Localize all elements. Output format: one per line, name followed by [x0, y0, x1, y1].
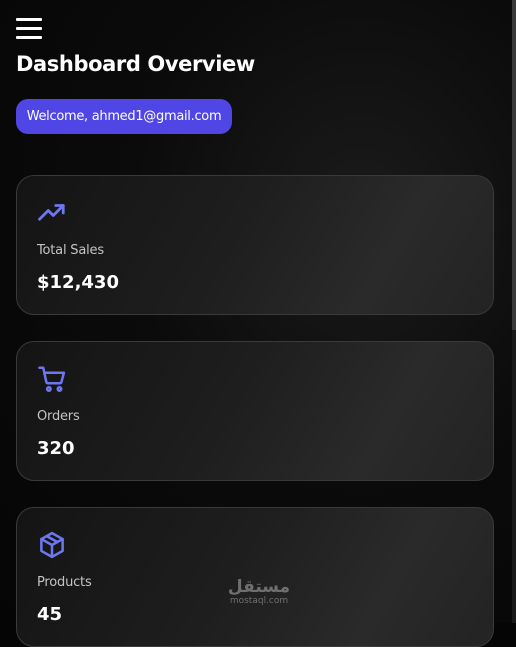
scrollbar[interactable]: [512, 0, 516, 623]
menu-bar: [16, 36, 42, 39]
orders-card[interactable]: Orders 320: [16, 341, 494, 481]
trending-up-icon: [38, 204, 65, 221]
menu-bar: [16, 18, 42, 21]
dashboard-page: Dashboard Overview Welcome, ahmed1@gmail…: [0, 0, 516, 647]
watermark-arabic: مستقل: [227, 577, 291, 597]
scrollbar-thumb[interactable]: [512, 0, 516, 330]
shopping-cart-icon: [38, 366, 66, 393]
hamburger-menu-icon[interactable]: [16, 18, 42, 40]
card-value: $12,430: [37, 272, 119, 293]
card-label: Products: [37, 575, 92, 590]
card-label: Orders: [37, 409, 80, 424]
page-title: Dashboard Overview: [16, 52, 255, 76]
welcome-badge[interactable]: Welcome, ahmed1@gmail.com: [16, 99, 232, 134]
menu-bar: [16, 27, 42, 30]
watermark-logo: مستقل mostaql.com: [224, 578, 294, 607]
card-label: Total Sales: [37, 243, 104, 258]
total-sales-card[interactable]: Total Sales $12,430: [16, 175, 494, 315]
package-box-icon: [40, 531, 64, 559]
card-value: 45: [37, 604, 63, 625]
watermark-domain: mostaql.com: [229, 596, 289, 606]
card-value: 320: [37, 438, 75, 459]
